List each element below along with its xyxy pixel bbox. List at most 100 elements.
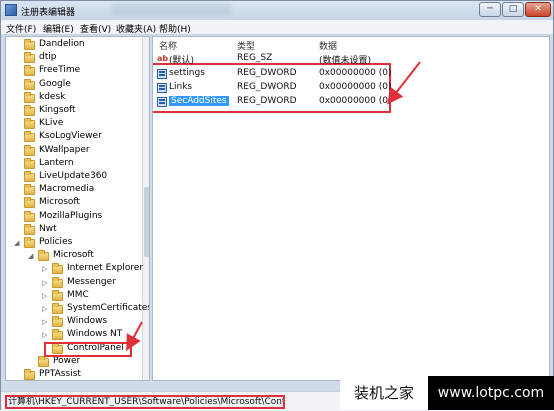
tree-item-label: Microsoft — [39, 197, 80, 208]
menu-bar: 文件(F) 编辑(E) 查看(V) 收藏夹(A) 帮助(H) — [1, 20, 553, 35]
close-button[interactable]: ✕ — [525, 2, 551, 17]
folder-icon — [52, 303, 63, 314]
expand-arrow-icon[interactable]: ▷ — [42, 318, 49, 326]
tree-item[interactable]: FreeTime — [6, 65, 140, 78]
folder-icon — [24, 171, 35, 182]
expand-arrow-icon[interactable]: ▷ — [42, 331, 49, 339]
tree-item-label: PPTAssist — [39, 369, 81, 379]
folder-icon — [24, 131, 35, 143]
tree-item-label: KLive — [39, 118, 64, 129]
tree-scrollbar[interactable] — [142, 37, 149, 380]
dword-value-icon — [157, 69, 167, 79]
tree-item-label: Nwt — [39, 223, 57, 234]
expand-arrow-icon[interactable]: ◢ — [28, 252, 35, 260]
tree-item-label: Messenger — [67, 276, 116, 287]
expand-arrow-icon[interactable]: ▷ — [42, 265, 49, 273]
menu-file[interactable]: 文件(F) — [6, 22, 36, 35]
tree-item[interactable]: ◢ Microsoft — [6, 250, 140, 263]
key-tree-pane[interactable]: Dandelion dtip FreeTime Google kdesk Kingsoft… — [5, 36, 150, 381]
menu-favorites[interactable]: 收藏夹(A) — [116, 22, 156, 35]
tree-item-label: Dandelion — [39, 39, 85, 49]
value-row[interactable]: settings REG_DWORD 0x00000000 (0) — [153, 67, 533, 81]
tree-item-label: KsoLogViewer — [39, 131, 102, 142]
value-name: SecAddSites — [169, 96, 229, 106]
tree-item[interactable]: KsoLogViewer — [6, 131, 140, 144]
tree-item-label: LiveUpdate360 — [39, 171, 108, 181]
folder-icon — [52, 289, 63, 301]
watermark-site-name: 装机之家 — [340, 376, 428, 410]
folder-icon — [24, 118, 35, 130]
tree-item[interactable]: ▷ Windows — [6, 316, 140, 329]
tree-item-label: Windows — [67, 316, 108, 327]
tree-item[interactable]: Lantern — [6, 157, 140, 171]
folder-icon — [24, 78, 35, 90]
title-bar[interactable]: 注册表编辑器 ─ □ ✕ — [1, 1, 553, 20]
tree-item[interactable]: ▷ Internet Explorer — [6, 263, 143, 276]
value-row[interactable]: Links REG_DWORD 0x00000000 (0) — [153, 81, 533, 95]
column-header-name[interactable]: 名称 — [159, 39, 177, 52]
tree-item[interactable]: Google — [6, 78, 140, 92]
folder-icon — [52, 276, 63, 288]
dword-value-icon — [157, 83, 167, 93]
registry-editor-window: 注册表编辑器 ─ □ ✕ 文件(F) 编辑(E) 查看(V) 收藏夹(A) 帮助… — [0, 0, 554, 411]
tree-item[interactable]: kdesk — [6, 91, 140, 105]
menu-view[interactable]: 查看(V) — [80, 22, 111, 35]
tree-item[interactable]: Macromedia — [6, 184, 140, 197]
folder-icon — [38, 355, 49, 367]
tree-scrollbar-thumb[interactable] — [144, 187, 149, 257]
tree-item[interactable]: PPTAssist — [6, 369, 140, 380]
tree-item-label: dtip — [39, 52, 57, 63]
minimize-button[interactable]: ─ — [479, 2, 501, 17]
tree-item-label: kdesk — [39, 91, 66, 102]
values-list-pane[interactable]: 名称 类型 数据 ab (默认) REG_SZ (数值未设置) settings REG_… — [152, 36, 550, 381]
tree-item[interactable]: ▷ Messenger — [6, 276, 140, 290]
expand-arrow-icon[interactable]: ▷ — [42, 305, 49, 313]
expand-arrow-icon[interactable]: ◢ — [14, 239, 21, 247]
tree-item[interactable]: ▷ Windows NT — [6, 329, 140, 342]
blurred-title-overlay — [111, 4, 231, 16]
menu-help[interactable]: 帮助(H) — [159, 22, 191, 35]
folder-icon — [24, 197, 35, 209]
tree-item[interactable]: Dandelion — [6, 39, 140, 52]
value-name: settings — [169, 68, 205, 78]
tree-item[interactable]: KWallpaper — [6, 144, 140, 158]
registry-app-icon — [5, 4, 17, 16]
value-name: Links — [169, 82, 193, 92]
tree-item[interactable]: ▷ SystemCertificates — [6, 303, 149, 316]
folder-icon — [24, 184, 35, 196]
tree-item-label: Kingsoft — [39, 105, 76, 115]
tree-item[interactable]: KLive — [6, 118, 140, 131]
tree-item[interactable]: Power — [6, 355, 140, 369]
folder-icon — [24, 65, 35, 77]
tree-item-label: Microsoft — [53, 250, 94, 261]
value-row[interactable]: ab (默认) REG_SZ (数值未设置) — [153, 52, 533, 66]
tree-item-label: Power — [53, 355, 81, 366]
value-type: REG_DWORD — [237, 96, 297, 106]
window-title: 注册表编辑器 — [21, 8, 76, 18]
value-data: 0x00000000 (0) — [319, 96, 392, 106]
tree-item[interactable]: ◢ Policies — [6, 237, 140, 250]
status-path: 计算机\HKEY_CURRENT_USER\Software\Policies\… — [5, 395, 285, 409]
folder-icon — [24, 52, 35, 64]
tree-item-label: FreeTime — [39, 65, 81, 76]
tree-item-label: Macromedia — [39, 184, 95, 195]
tree-item-label: Google — [39, 78, 71, 89]
tree-item[interactable]: dtip — [6, 52, 140, 65]
menu-edit[interactable]: 编辑(E) — [43, 22, 74, 35]
folder-icon — [24, 39, 35, 50]
tree-item[interactable]: MozillaPlugins — [6, 210, 140, 224]
tree-item-label: MozillaPlugins — [39, 210, 103, 221]
tree-item[interactable]: LiveUpdate360 — [6, 171, 140, 184]
folder-icon — [52, 263, 63, 275]
maximize-button[interactable]: □ — [502, 2, 524, 17]
column-header-data[interactable]: 数据 — [319, 39, 337, 52]
tree-item[interactable]: Microsoft — [6, 197, 140, 210]
folder-icon — [24, 105, 35, 116]
expand-arrow-icon[interactable]: ▷ — [42, 279, 49, 287]
column-header-type[interactable]: 类型 — [237, 39, 255, 52]
expand-arrow-icon[interactable]: ▷ — [42, 292, 49, 300]
tree-item[interactable]: Nwt — [6, 223, 140, 237]
tree-item[interactable]: Kingsoft — [6, 105, 140, 118]
tree-item[interactable]: ▷ MMC — [6, 289, 140, 303]
value-row[interactable]: SecAddSites REG_DWORD 0x00000000 (0) — [153, 95, 533, 109]
